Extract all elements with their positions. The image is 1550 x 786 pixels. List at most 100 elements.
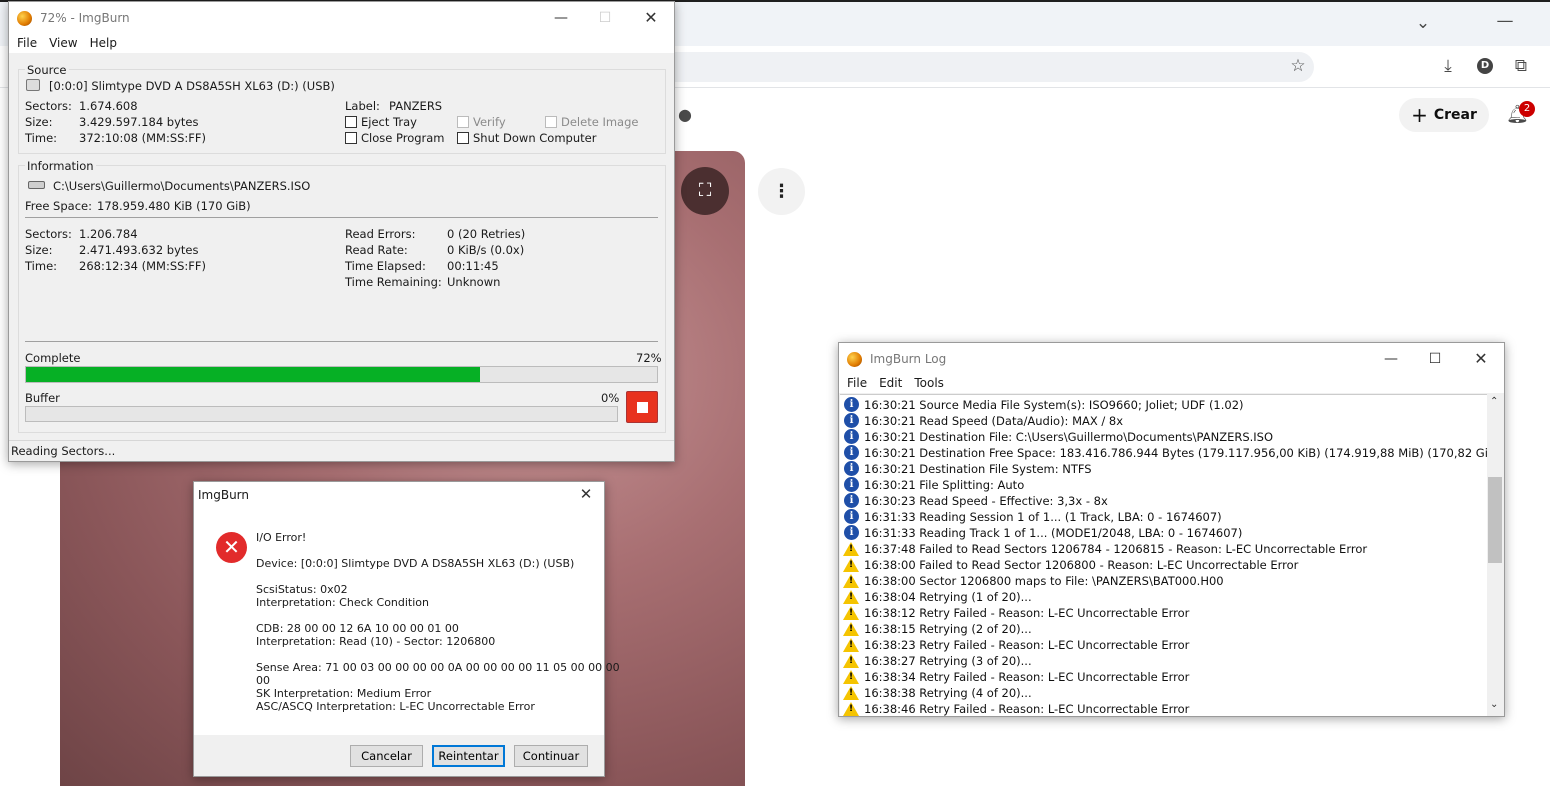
log-entry[interactable]: i 16:30:21 Destination File: C:\Users\Gui… [840, 429, 1480, 445]
info-time: 268:12:34 (MM:SS:FF) [79, 259, 207, 273]
log-menu-file[interactable]: File [847, 376, 867, 390]
info-sectors: 1.206.784 [79, 227, 138, 241]
divider [25, 341, 658, 342]
scroll-down-icon[interactable]: ⌄ [1490, 699, 1498, 710]
log-maximize-button[interactable]: ☐ [1412, 343, 1458, 375]
extensions-icon[interactable]: ⧉ [1510, 55, 1532, 77]
imgburn-window: 72% - ImgBurn — ☐ ✕ File View Help Sourc… [8, 1, 675, 462]
buffer-percent: 0% [601, 391, 620, 405]
source-sectors: 1.674.608 [79, 99, 138, 113]
log-entry[interactable]: 16:37:48 Failed to Read Sectors 1206784 … [840, 541, 1480, 557]
eject-tray-checkbox[interactable] [345, 116, 357, 128]
log-list[interactable]: i 16:30:21 Source Media File System(s): I… [840, 394, 1487, 716]
log-entry[interactable]: 16:38:00 Failed to Read Sector 1206800 -… [840, 557, 1480, 573]
menu-view[interactable]: View [49, 36, 77, 50]
close-program-checkbox[interactable] [345, 132, 357, 144]
dialog-title: ImgBurn [198, 488, 250, 502]
more-icon[interactable]: ⋮ [758, 168, 805, 215]
log-entry-text: 16:38:34 Retry Failed - Reason: L-EC Unc… [864, 670, 1190, 684]
information-group-label: Information [25, 159, 96, 173]
log-entry-text: 16:30:23 Read Speed - Effective: 3,3x - … [864, 494, 1108, 508]
log-minimize-button[interactable]: — [1368, 343, 1414, 375]
log-entry[interactable]: 16:38:15 Retrying (2 of 20)... [840, 621, 1480, 637]
source-drive: [0:0:0] Slimtype DVD A DS8A5SH XL63 (D:)… [49, 79, 335, 93]
source-time: 372:10:08 (MM:SS:FF) [79, 131, 207, 145]
cancel-button[interactable]: Cancelar [350, 745, 423, 767]
log-entry-text: 16:38:04 Retrying (1 of 20)... [864, 590, 1032, 604]
fullscreen-icon[interactable]: ⛶ [681, 167, 729, 215]
log-entry-text: 16:38:27 Retrying (3 of 20)... [864, 654, 1032, 668]
download-icon[interactable]: ⤓ [1437, 55, 1459, 77]
shut-down-checkbox[interactable] [457, 132, 469, 144]
log-entry[interactable]: i 16:30:23 Read Speed - Effective: 3,3x -… [840, 493, 1480, 509]
star-icon[interactable]: ☆ [1287, 55, 1309, 77]
log-entry-text: 16:38:00 Sector 1206800 maps to File: \P… [864, 574, 1224, 588]
log-entry[interactable]: 16:38:04 Retrying (1 of 20)... [840, 589, 1480, 605]
retry-button[interactable]: Reintentar [432, 745, 505, 767]
error-interpretation-1: Interpretation: Check Condition [256, 596, 430, 609]
error-interpretation-2: Interpretation: Read (10) - Sector: 1206… [256, 635, 496, 648]
log-entry[interactable]: i 16:31:33 Reading Track 1 of 1... (MODE1… [840, 525, 1480, 541]
log-entry-text: 16:38:12 Retry Failed - Reason: L-EC Unc… [864, 606, 1190, 620]
error-device: Device: [0:0:0] Slimtype DVD A DS8A5SH X… [256, 557, 575, 570]
log-scrollbar[interactable]: ⌃ ⌄ [1487, 394, 1504, 716]
log-entry-text: 16:30:21 Source Media File System(s): IS… [864, 398, 1244, 412]
log-entry[interactable]: i 16:30:21 Source Media File System(s): I… [840, 397, 1480, 413]
source-size-label: Size: [25, 115, 53, 129]
log-entry[interactable]: 16:38:12 Retry Failed - Reason: L-EC Unc… [840, 605, 1480, 621]
continue-button[interactable]: Continuar [514, 745, 588, 767]
log-entry[interactable]: 16:38:27 Retrying (3 of 20)... [840, 653, 1480, 669]
chevron-down-icon[interactable]: ⌄ [1412, 12, 1434, 34]
warning-icon [843, 558, 859, 572]
free-space-label: Free Space: [25, 199, 92, 213]
log-menu-tools[interactable]: Tools [914, 376, 944, 390]
log-menu-edit[interactable]: Edit [879, 376, 902, 390]
log-window: ImgBurn Log — ☐ ✕ File Edit Tools i 16:30… [838, 342, 1505, 717]
close-button[interactable]: ✕ [628, 2, 674, 34]
log-entry[interactable]: i 16:30:21 Destination File System: NTFS [840, 461, 1480, 477]
time-elapsed: 00:11:45 [447, 259, 499, 273]
source-size: 3.429.597.184 bytes [79, 115, 199, 129]
warning-icon [843, 606, 859, 620]
imgburn-titlebar: 72% - ImgBurn — ☐ ✕ [9, 2, 674, 34]
create-button[interactable]: + Crear [1399, 98, 1489, 132]
log-entry[interactable]: i 16:30:21 File Splitting: Auto [840, 477, 1480, 493]
log-entry[interactable]: i 16:31:33 Reading Session 1 of 1... (1 T… [840, 509, 1480, 525]
error-heading: I/O Error! [256, 531, 307, 544]
log-entry[interactable]: 16:38:23 Retry Failed - Reason: L-EC Unc… [840, 637, 1480, 653]
scroll-up-icon[interactable]: ⌃ [1490, 396, 1498, 407]
source-volume-label: PANZERS [389, 99, 443, 113]
dialog-close-button[interactable]: ✕ [566, 478, 606, 510]
menu-file[interactable]: File [17, 36, 37, 50]
warning-icon [843, 654, 859, 668]
stop-button[interactable] [626, 391, 658, 423]
verify-checkbox [457, 116, 469, 128]
address-bar[interactable] [600, 52, 1314, 82]
log-entry[interactable]: i 16:30:21 Destination Free Space: 183.41… [840, 445, 1487, 461]
info-icon: i [844, 429, 859, 444]
minimize-button[interactable]: — [538, 2, 584, 34]
log-entry[interactable]: i 16:30:21 Read Speed (Data/Audio): MAX /… [840, 413, 1480, 429]
log-entry-text: 16:30:21 Read Speed (Data/Audio): MAX / … [864, 414, 1124, 428]
warning-icon [843, 702, 859, 716]
free-space: 178.959.480 KiB (170 GiB) [97, 199, 251, 213]
info-icon: i [844, 461, 859, 476]
menu-bar: File View Help [9, 33, 674, 53]
log-entry[interactable]: 16:38:38 Retrying (4 of 20)... [840, 685, 1480, 701]
minimize-icon[interactable]: — [1494, 10, 1516, 32]
scrollbar-thumb[interactable] [1488, 477, 1502, 563]
warning-icon [843, 542, 859, 556]
log-entry-text: 16:30:21 Destination File: C:\Users\Guil… [864, 430, 1274, 444]
complete-progress-bar [25, 366, 658, 383]
log-entry-text: 16:38:46 Retry Failed - Reason: L-EC Unc… [864, 702, 1190, 716]
source-time-label: Time: [25, 131, 58, 145]
log-entry[interactable]: 16:38:00 Sector 1206800 maps to File: \P… [840, 573, 1480, 589]
mic-icon[interactable]: ● [674, 104, 696, 126]
log-entry[interactable]: 16:38:34 Retry Failed - Reason: L-EC Unc… [840, 669, 1480, 685]
info-size-label: Size: [25, 243, 53, 257]
error-sense-area-cont: 00 [256, 674, 270, 687]
menu-help[interactable]: Help [90, 36, 117, 50]
log-close-button[interactable]: ✕ [1458, 343, 1504, 375]
log-entry[interactable]: 16:38:46 Retry Failed - Reason: L-EC Unc… [840, 701, 1480, 716]
profile-avatar[interactable]: D [1477, 58, 1493, 74]
